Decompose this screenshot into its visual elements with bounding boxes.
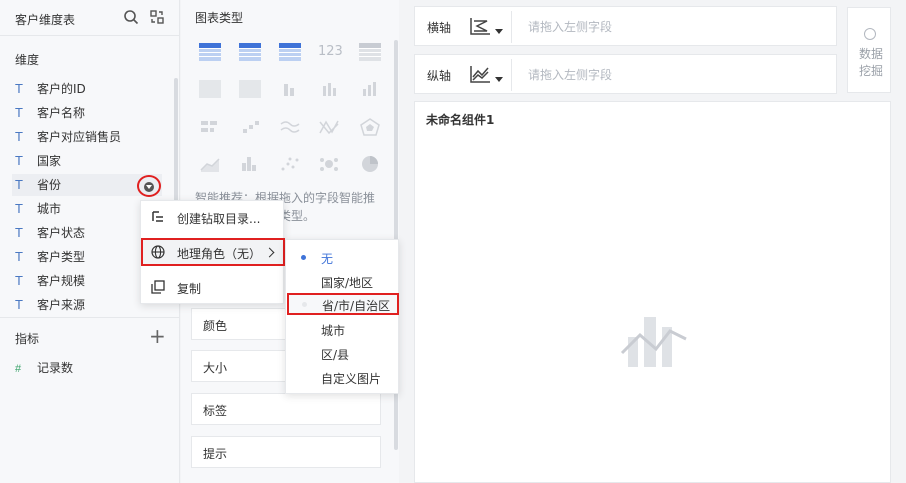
bubble-chart-icon[interactable] <box>318 155 340 173</box>
field-context-menu: 创建钻取目录... 地理角色（无） 复制 <box>140 200 285 304</box>
chevron-right-icon <box>264 247 275 258</box>
component-name: 未命名组件1 <box>426 113 495 127</box>
property-label[interactable]: 标签 <box>191 393 381 425</box>
divider <box>0 317 180 318</box>
measure-field[interactable]: # 记录数 <box>15 357 165 379</box>
radar-chart-icon[interactable] <box>359 118 381 136</box>
property-tooltip[interactable]: 提示 <box>191 436 381 468</box>
area-chart-icon[interactable] <box>199 155 221 173</box>
histogram-icon[interactable] <box>239 155 261 173</box>
geo-option-custom-image[interactable]: 自定义图片 <box>286 366 400 388</box>
column-chart-icon[interactable] <box>359 80 381 98</box>
step-chart-icon[interactable] <box>239 118 261 136</box>
text-type-icon: T <box>15 153 23 168</box>
field-dropdown-button[interactable] <box>137 175 161 197</box>
y-axis-placeholder: 请拖入左侧字段 <box>528 68 613 82</box>
geo-option-country[interactable]: 国家/地区 <box>286 270 400 292</box>
text-type-icon: T <box>15 249 23 264</box>
radio-dot-icon <box>302 302 307 307</box>
field-panel-header: 客户维度表 <box>0 0 180 36</box>
text-type-icon: T <box>15 273 23 288</box>
pie-chart-icon[interactable] <box>359 155 381 173</box>
x-axis-chart-icon[interactable] <box>469 17 491 35</box>
geo-option-province[interactable]: 省/市/自治区 <box>287 293 399 315</box>
line-chart-icon[interactable] <box>279 118 301 136</box>
number-type-icon: # <box>15 363 22 375</box>
text-type-icon: T <box>15 129 23 144</box>
bar-chart-icon[interactable] <box>318 80 340 98</box>
chart-canvas[interactable]: 未命名组件1 <box>414 101 891 483</box>
grouped-table-icon[interactable] <box>279 43 301 61</box>
data-mining-label: 数据挖掘 <box>858 47 883 78</box>
text-type-icon: T <box>15 177 23 192</box>
divider <box>511 59 512 91</box>
text-type-icon: T <box>15 225 23 240</box>
geo-option-district[interactable]: 区/县 <box>286 342 400 364</box>
text-type-icon: T <box>15 105 23 120</box>
y-axis-drop-zone[interactable]: 纵轴 请拖入左侧字段 <box>414 54 837 94</box>
cross-table-icon[interactable] <box>199 43 221 61</box>
chevron-down-icon <box>144 182 154 192</box>
add-measure-button[interactable]: + <box>149 324 166 348</box>
block-chart-icon[interactable] <box>199 80 221 98</box>
selected-dot-icon <box>301 255 306 260</box>
geo-option-none[interactable]: 无 <box>286 246 400 268</box>
create-drill-menu-item[interactable]: 创建钻取目录... <box>141 203 285 231</box>
dimension-field[interactable]: T 客户名称 <box>15 102 165 124</box>
scatter-chart-icon[interactable] <box>279 155 301 173</box>
y-axis-label: 纵轴 <box>427 69 452 83</box>
dual-line-icon[interactable] <box>318 118 340 136</box>
stacked-bar-icon[interactable] <box>279 80 301 98</box>
search-icon[interactable] <box>123 9 139 25</box>
copy-menu-item[interactable]: 复制 <box>141 273 285 301</box>
x-axis-label: 横轴 <box>427 21 452 35</box>
text-type-icon: T <box>15 201 23 216</box>
x-axis-drop-zone[interactable]: 横轴 请拖入左侧字段 <box>414 6 837 46</box>
text-type-icon: T <box>15 81 23 96</box>
data-mining-button[interactable]: 数据挖掘 <box>847 7 891 93</box>
dataset-title: 客户维度表 <box>15 13 76 27</box>
x-axis-placeholder: 请拖入左侧字段 <box>528 20 613 34</box>
divider <box>511 11 512 43</box>
detail-table-icon[interactable] <box>239 43 261 61</box>
dimension-field[interactable]: T 客户对应销售员 <box>15 126 165 148</box>
list-table-icon[interactable] <box>359 43 381 61</box>
dimension-field[interactable]: T 客户的ID <box>15 78 165 100</box>
dimension-section-title: 维度 <box>15 53 40 67</box>
chevron-down-icon[interactable] <box>495 77 503 82</box>
mining-icon <box>864 28 876 40</box>
chevron-down-icon[interactable] <box>495 29 503 34</box>
copy-icon <box>151 280 165 294</box>
geo-role-submenu: 无 国家/地区 省/市/自治区 城市 区/县 自定义图片 <box>285 239 399 394</box>
geo-role-menu-item[interactable]: 地理角色（无） <box>141 238 285 266</box>
pivot-chart-icon[interactable] <box>199 118 221 136</box>
kpi-number-icon[interactable]: 123 <box>318 43 343 61</box>
globe-icon <box>151 245 165 259</box>
switch-dataset-icon[interactable] <box>149 9 165 25</box>
field-panel-scrollbar[interactable] <box>174 78 178 218</box>
empty-chart-icon <box>620 317 687 367</box>
text-type-icon: T <box>15 297 23 312</box>
y-axis-chart-icon[interactable] <box>469 65 491 83</box>
map-chart-icon[interactable] <box>239 80 261 98</box>
dimension-field[interactable]: T 国家 <box>15 150 165 172</box>
geo-option-city[interactable]: 城市 <box>286 318 400 340</box>
measure-section-title: 指标 <box>15 332 40 346</box>
drill-tree-icon <box>152 211 163 222</box>
chart-type-title: 图表类型 <box>195 11 244 25</box>
